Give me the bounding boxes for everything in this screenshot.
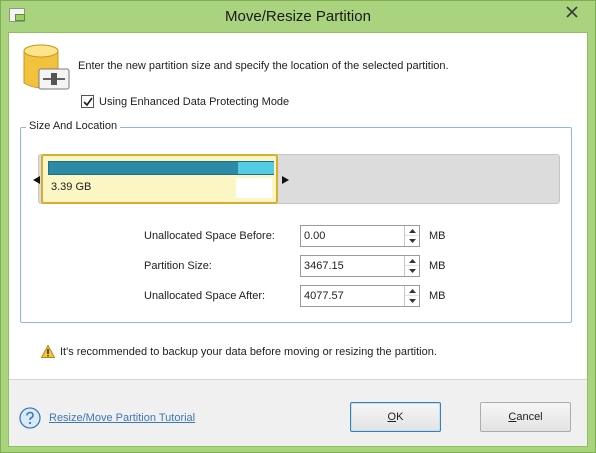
dialog-footer: Resize/Move Partition Tutorial OK Cancel xyxy=(9,380,587,446)
free-space-area xyxy=(236,178,272,198)
left-resize-handle[interactable] xyxy=(33,176,40,184)
unallocated-before-label: Unallocated Space Before: xyxy=(144,230,275,242)
used-space-bar xyxy=(48,161,274,175)
checkbox-box[interactable] xyxy=(81,95,94,108)
partition-size-input[interactable] xyxy=(301,256,404,276)
backup-warning: It's recommended to backup your data bef… xyxy=(41,345,437,358)
partition-block[interactable]: 3.39 GB xyxy=(33,154,289,204)
spin-up-button[interactable] xyxy=(405,256,419,266)
unallocated-after-spinbox[interactable] xyxy=(300,285,420,307)
tutorial-link[interactable]: Resize/Move Partition Tutorial xyxy=(49,412,195,424)
partition-size-spinbox[interactable] xyxy=(300,255,420,277)
unallocated-after-spin-buttons xyxy=(404,286,419,306)
unit-label: MB xyxy=(429,260,446,272)
cancel-button-label: Cancel xyxy=(508,411,543,423)
dialog-client-area: Enter the new partition size and specify… xyxy=(8,32,588,447)
size-location-group: Size And Location 3.39 GB Unallocated Sp… xyxy=(20,120,572,323)
title-bar[interactable]: Move/Resize Partition xyxy=(1,1,595,32)
cancel-button[interactable]: Cancel xyxy=(480,402,571,432)
unallocated-after-input[interactable] xyxy=(301,286,404,306)
unallocated-before-input[interactable] xyxy=(301,226,404,246)
ok-button-label: OK xyxy=(387,411,404,423)
spin-up-button[interactable] xyxy=(405,286,419,296)
intro-text: Enter the new partition size and specify… xyxy=(78,60,449,72)
unallocated-after-label: Unallocated Space After: xyxy=(144,290,266,302)
ok-button[interactable]: OK xyxy=(350,402,441,432)
arrow-up-icon xyxy=(408,288,416,293)
enhanced-mode-checkbox[interactable]: Using Enhanced Data Protecting Mode xyxy=(81,95,289,108)
arrow-down-icon xyxy=(408,239,416,243)
spin-down-button[interactable] xyxy=(405,236,419,246)
window-title: Move/Resize Partition xyxy=(225,8,371,25)
enhanced-mode-label: Using Enhanced Data Protecting Mode xyxy=(99,95,290,108)
right-resize-handle[interactable] xyxy=(282,176,289,184)
dialog-window: Move/Resize Partition Enter the new part… xyxy=(0,0,596,453)
unallocated-before-spinbox[interactable] xyxy=(300,225,420,247)
partition-size-spin-buttons xyxy=(404,256,419,276)
free-space-strip xyxy=(238,162,274,174)
disk-map-bar: 3.39 GB xyxy=(33,154,560,204)
unit-label: MB xyxy=(429,230,446,242)
group-title: Size And Location xyxy=(26,120,121,132)
warning-text: It's recommended to backup your data bef… xyxy=(60,345,437,358)
database-resize-icon xyxy=(23,44,70,90)
content-section: Enter the new partition size and specify… xyxy=(9,33,587,379)
spin-down-button[interactable] xyxy=(405,296,419,306)
unallocated-before-spin-buttons xyxy=(404,226,419,246)
warning-icon xyxy=(41,345,55,358)
arrow-up-icon xyxy=(408,258,416,263)
checkmark-icon xyxy=(83,97,93,107)
close-icon xyxy=(566,6,578,18)
partition-size-field-label: Partition Size: xyxy=(144,260,212,272)
help-icon[interactable] xyxy=(19,407,41,429)
arrow-down-icon xyxy=(408,269,416,273)
arrow-down-icon xyxy=(408,299,416,303)
close-button[interactable] xyxy=(555,2,589,22)
spin-up-button[interactable] xyxy=(405,226,419,236)
spin-down-button[interactable] xyxy=(405,266,419,276)
arrow-up-icon xyxy=(408,228,416,233)
unit-label: MB xyxy=(429,290,446,302)
partition-size-label: 3.39 GB xyxy=(51,181,92,193)
